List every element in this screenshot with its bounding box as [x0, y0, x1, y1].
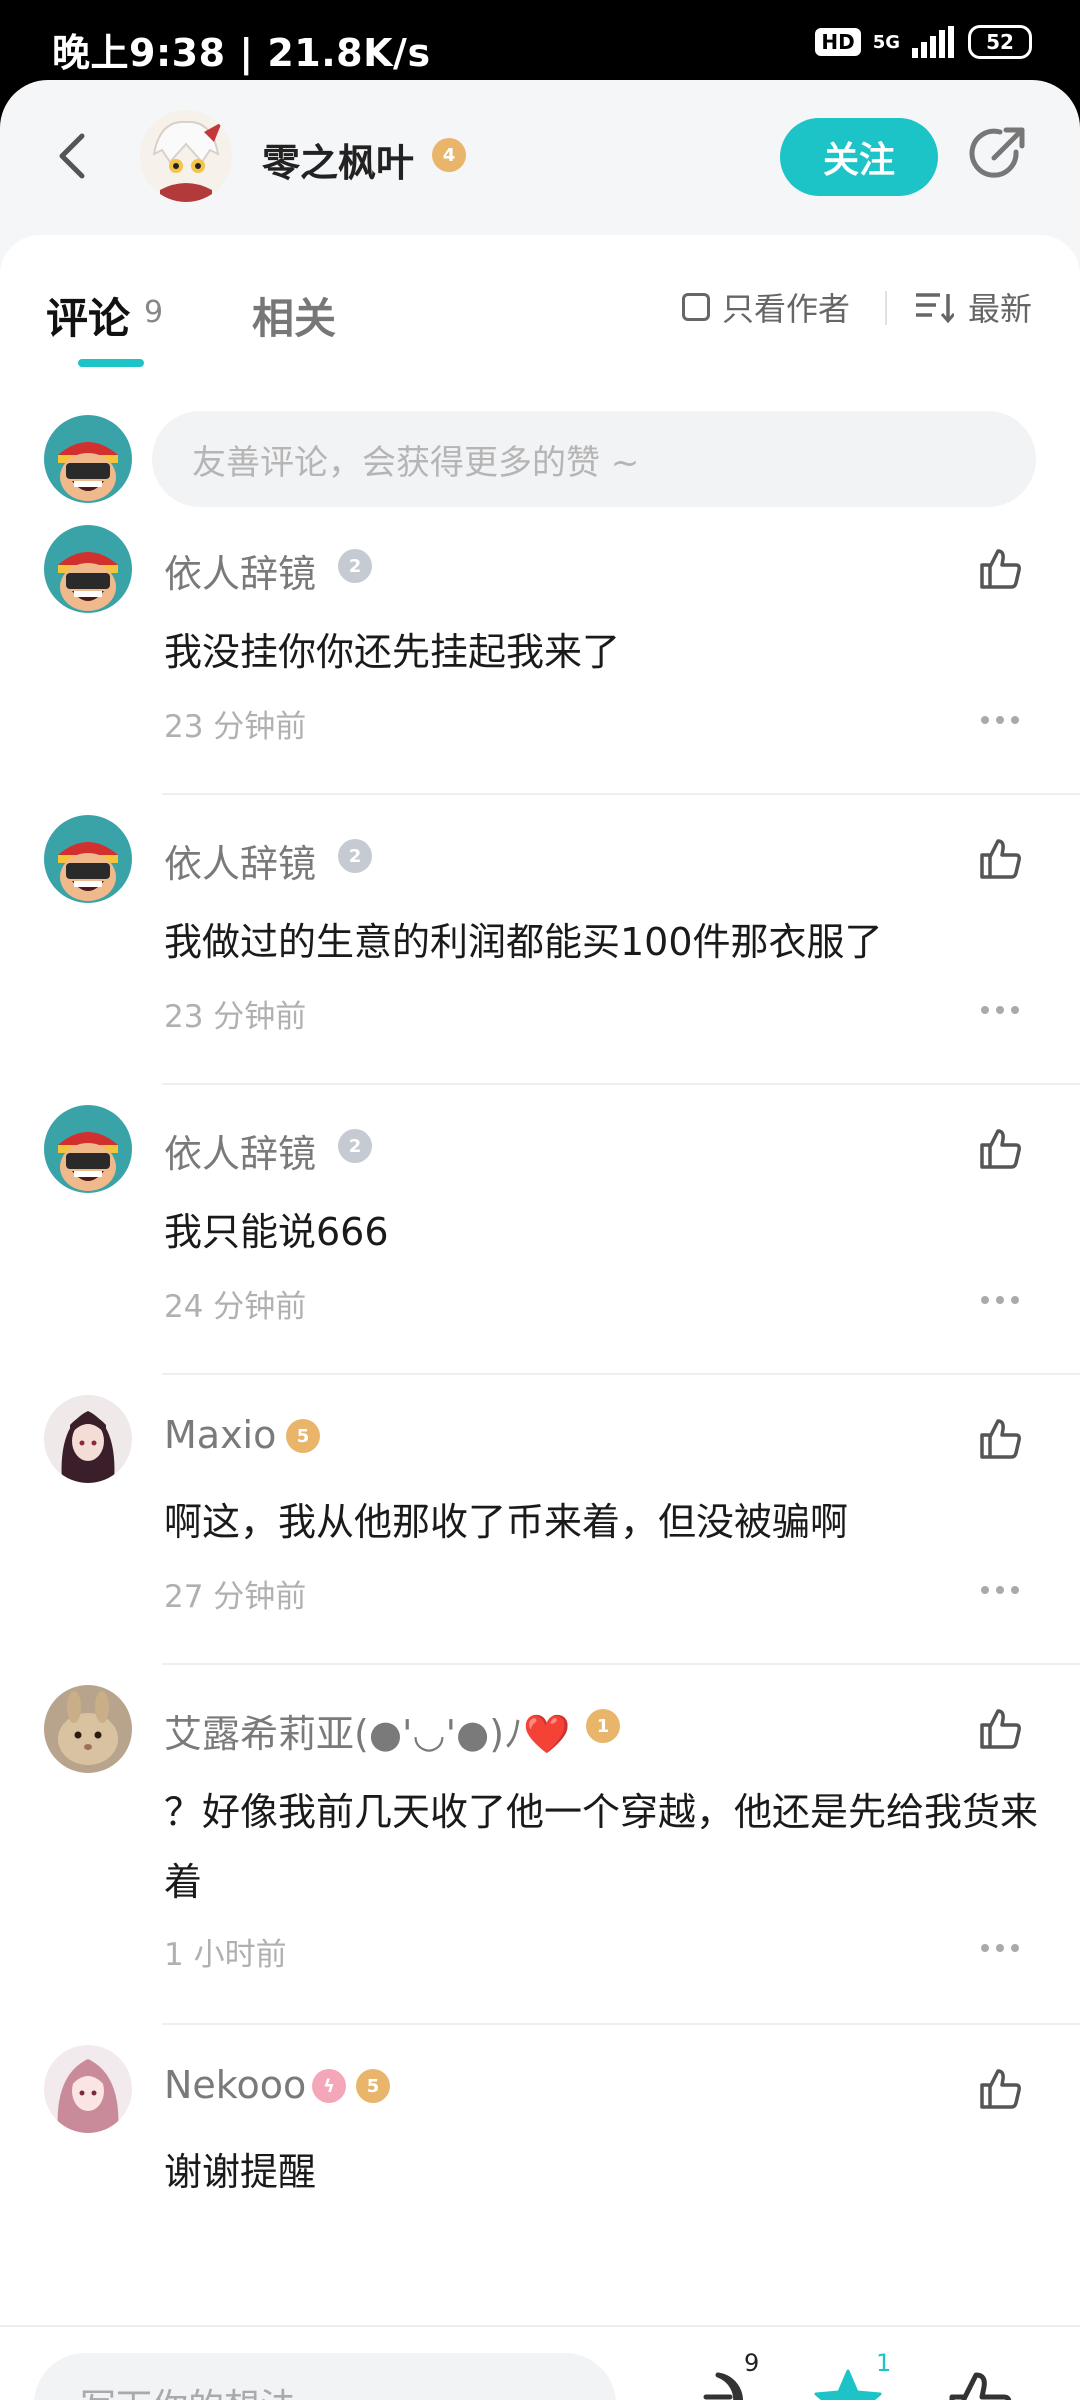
post-sheet: 零之枫叶 4 关注 评论 9 相关 只看作者 最新 友善评论，会获得更多的赞 ~…: [0, 80, 1080, 2400]
comment-item: Nekooo ϟ 5 谢谢提醒: [0, 2045, 1080, 2325]
comment-divider: [162, 2023, 1080, 2025]
comment-divider: [162, 793, 1080, 795]
my-avatar: [44, 415, 132, 503]
comment-item: 依人辞镜 2 我没挂你你还先挂起我来了 23 分钟前: [0, 525, 1080, 795]
commenter-name[interactable]: 依人辞镜: [164, 1123, 316, 1178]
only-author-label: 只看作者: [722, 290, 851, 328]
back-arrow-icon[interactable]: [48, 128, 100, 184]
level-badge: 2: [338, 1129, 372, 1163]
comment-text: 我只能说666: [164, 1210, 389, 1254]
commenter-avatar[interactable]: [44, 2045, 132, 2133]
level-badge: 5: [356, 2069, 390, 2103]
star-count: 1: [876, 2349, 892, 2377]
like-icon[interactable]: [976, 545, 1024, 593]
commenter-avatar[interactable]: [44, 1395, 132, 1483]
comments-panel: 评论 9 相关 只看作者 最新 友善评论，会获得更多的赞 ~ 依人辞镜 2 我没…: [0, 235, 1080, 2325]
author-avatar[interactable]: [140, 110, 232, 202]
like-icon[interactable]: [976, 1415, 1024, 1463]
like-icon[interactable]: [976, 1705, 1024, 1753]
comment-time: 1 小时前: [164, 1937, 287, 1973]
follow-button[interactable]: 关注: [780, 118, 938, 196]
comment-input[interactable]: 友善评论，会获得更多的赞 ~: [152, 411, 1036, 507]
comment-text: 啊这，我从他那收了币来着，但没被骗啊: [164, 1500, 849, 1544]
comment-divider: [162, 1663, 1080, 1665]
sort-icon: [916, 293, 954, 324]
comment-divider: [162, 1373, 1080, 1375]
more-icon[interactable]: [980, 1005, 1020, 1015]
checkbox-icon[interactable]: [682, 293, 710, 321]
commenter-name[interactable]: Nekooo: [164, 2063, 306, 2107]
star-icon[interactable]: [812, 2367, 884, 2400]
comment-item: 依人辞镜 2 我只能说666 24 分钟前: [0, 1105, 1080, 1375]
comment-item: 艾露希莉亚(●'◡'●)ﾉ❤️ 1 ？好像我前几天收了他一个穿越，他还是先给我货…: [0, 1685, 1080, 2025]
like-icon[interactable]: [976, 1125, 1024, 1173]
network-label: 5G: [872, 31, 900, 53]
special-badge: ϟ: [312, 2069, 346, 2103]
share-icon[interactable]: [966, 122, 1030, 186]
bottom-bar: 写下你的想法... 9 1: [0, 2325, 1080, 2400]
like-icon[interactable]: [944, 2367, 1016, 2400]
like-icon[interactable]: [976, 835, 1024, 883]
tab-comments[interactable]: 评论: [46, 285, 130, 346]
tab-related[interactable]: 相关: [252, 285, 336, 346]
commenter-avatar[interactable]: [44, 525, 132, 613]
status-bar: 晚上9:38 | 21.8K/s HD 5G 52: [0, 0, 1080, 80]
comment-divider: [162, 1083, 1080, 1085]
only-author-toggle[interactable]: 只看作者: [682, 281, 850, 333]
comment-item: 依人辞镜 2 我做过的生意的利润都能买100件那衣服了 23 分钟前: [0, 815, 1080, 1085]
comment-text: ？好像我前几天收了他一个穿越，他还是先给我货来着: [164, 1790, 1039, 1904]
comment-time: 23 分钟前: [164, 999, 307, 1035]
sort-label: 最新: [968, 290, 1033, 328]
sort-toggle[interactable]: 最新: [914, 281, 1032, 333]
comment-time: 24 分钟前: [164, 1289, 307, 1325]
level-badge: 1: [586, 1709, 620, 1743]
commenter-avatar[interactable]: [44, 1685, 132, 1773]
commenter-name[interactable]: 艾露希莉亚(●'◡'●)ﾉ❤️: [164, 1703, 570, 1758]
commenter-avatar[interactable]: [44, 815, 132, 903]
commenter-name[interactable]: 依人辞镜: [164, 833, 316, 888]
level-badge: 4: [432, 138, 466, 172]
more-icon[interactable]: [980, 1295, 1020, 1305]
comment-text: 谢谢提醒: [164, 2150, 317, 2194]
status-time: 晚上9:38 | 21.8K/s: [52, 31, 431, 75]
more-icon[interactable]: [980, 715, 1020, 725]
active-tab-indicator: [78, 359, 144, 367]
comment-text: 我没挂你你还先挂起我来了: [164, 630, 621, 674]
comment-count: 9: [744, 2349, 760, 2377]
battery-icon: 52: [968, 25, 1032, 59]
level-badge: 2: [338, 549, 372, 583]
divider: [885, 291, 887, 325]
hd-icon: HD: [815, 28, 861, 56]
comment-time: 23 分钟前: [164, 709, 307, 745]
more-icon[interactable]: [980, 1585, 1020, 1595]
level-badge: 5: [286, 1419, 320, 1453]
commenter-avatar[interactable]: [44, 1105, 132, 1193]
header: 零之枫叶 4 关注: [0, 80, 1080, 235]
comment-text: 我做过的生意的利润都能买100件那衣服了: [164, 920, 883, 964]
author-name[interactable]: 零之枫叶: [262, 132, 414, 187]
tab-comments-count: 9: [144, 295, 164, 330]
status-indicators: HD 5G 52: [815, 24, 1032, 60]
level-badge: 2: [338, 839, 372, 873]
commenter-name[interactable]: 依人辞镜: [164, 543, 316, 598]
reply-input[interactable]: 写下你的想法...: [34, 2353, 616, 2400]
commenter-name[interactable]: Maxio: [164, 1413, 276, 1457]
comment-time: 27 分钟前: [164, 1579, 307, 1615]
like-icon[interactable]: [976, 2065, 1024, 2113]
comment-item: Maxio 5 啊这，我从他那收了币来着，但没被骗啊 27 分钟前: [0, 1395, 1080, 1665]
signal-icon: [912, 26, 954, 58]
more-icon[interactable]: [980, 1943, 1020, 1953]
